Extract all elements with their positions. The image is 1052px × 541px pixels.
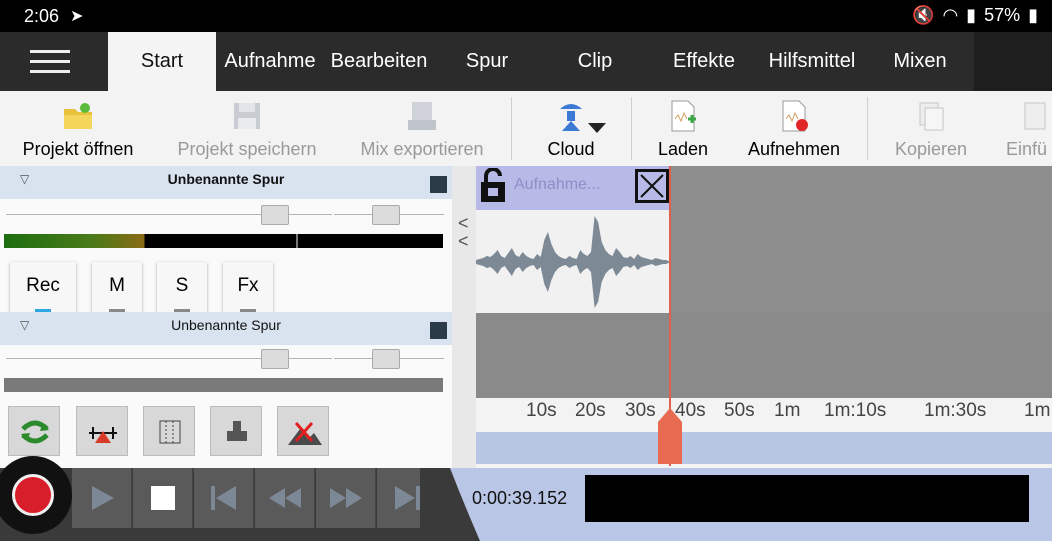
delete-mountains-icon <box>288 422 322 445</box>
tab-bearbeiten[interactable]: Bearbeiten <box>324 32 434 91</box>
paste-icon <box>1024 102 1046 130</box>
clip-title: Aufnahme... <box>514 176 601 193</box>
waveform <box>476 216 670 308</box>
save-project-button[interactable]: Projekt speichern <box>166 91 328 166</box>
stamp-icon <box>227 421 247 441</box>
tab-spur[interactable]: Spur <box>434 32 540 91</box>
save-icon <box>234 103 260 129</box>
mute-button[interactable]: M <box>92 262 142 312</box>
navigation-icon: ➤ <box>70 8 84 25</box>
transport-bar: 0:00:39.152 <box>0 456 1052 541</box>
tab-aufnahme[interactable]: Aufnahme <box>216 32 324 91</box>
level-display <box>585 475 1029 522</box>
level-meter <box>4 234 443 248</box>
rec-arm-button[interactable]: Rec <box>10 262 76 312</box>
ribbon-tabs: Start Aufnahme Bearbeiten Spur Clip Effe… <box>0 32 1052 91</box>
timeline-tick: 1m:10s <box>824 400 887 421</box>
battery-percent: 57% <box>984 5 1021 25</box>
record-file-icon <box>782 100 808 132</box>
tab-effekte[interactable]: Effekte <box>650 32 758 91</box>
tab-clip[interactable]: Clip <box>540 32 650 91</box>
audio-clip[interactable]: Aufnahme... <box>476 166 670 313</box>
track-color-swatch[interactable] <box>430 322 447 339</box>
fast-forward-button[interactable] <box>316 468 376 528</box>
unlock-icon[interactable] <box>478 168 508 204</box>
wifi-icon: ◠ <box>942 5 959 25</box>
copy-icon <box>919 102 944 131</box>
load-button[interactable]: Laden <box>644 91 722 166</box>
grid-icon <box>159 420 181 444</box>
playhead-handle[interactable] <box>658 408 682 464</box>
timeline-tick: 30s <box>625 400 656 421</box>
record-icon <box>12 474 54 516</box>
timeline-tick: 10s <box>526 400 557 421</box>
volume-slider[interactable] <box>6 349 332 369</box>
split-icon <box>89 427 117 443</box>
panel-collapse-toggle[interactable]: < < <box>452 166 476 468</box>
pan-slider[interactable] <box>334 205 444 225</box>
play-button[interactable] <box>72 468 132 528</box>
timeline-scrollbar[interactable] <box>476 432 1052 464</box>
empty-track-lane[interactable] <box>476 313 1052 398</box>
ribbon-toolbar: Projekt öffnen Projekt speichern Mix exp… <box>0 91 1052 166</box>
track-header[interactable]: ▽ Unbenannte Spur <box>0 312 452 345</box>
track-name: Unbenannte Spur <box>171 317 281 333</box>
clip-close-icon[interactable] <box>635 169 669 203</box>
signal-icon: ▮ <box>966 5 977 25</box>
open-project-button[interactable]: Projekt öffnen <box>8 91 148 166</box>
export-icon <box>408 102 436 130</box>
skip-back-icon <box>211 486 236 510</box>
pan-slider[interactable] <box>334 349 444 369</box>
delete-clip-button[interactable] <box>277 406 329 456</box>
track-header[interactable]: ▽ Unbenannte Spur <box>0 166 452 199</box>
paste-button[interactable]: Einfü <box>998 91 1052 166</box>
play-icon <box>92 486 114 510</box>
rewind-button[interactable] <box>255 468 315 528</box>
status-bar: 2:06 ➤ 🔇 ◠ ▮ 57% ▮ <box>0 0 1052 32</box>
volume-slider[interactable] <box>6 205 332 225</box>
cloud-upload-icon <box>560 104 582 131</box>
chevron-left-icon: < < <box>458 213 469 251</box>
chevron-down-icon <box>588 123 606 133</box>
track-panel: ▽ Unbenannte Spur Rec M S Fx ▽ Unbenannt… <box>0 166 452 468</box>
go-to-start-button[interactable] <box>194 468 254 528</box>
stop-icon <box>151 486 175 510</box>
mute-icon: 🔇 <box>912 5 935 25</box>
cloud-button[interactable]: Cloud <box>532 91 610 166</box>
track-color-swatch[interactable] <box>430 176 447 193</box>
tab-start[interactable]: Start <box>108 32 216 91</box>
tab-mixen[interactable]: Mixen <box>866 32 974 91</box>
solo-button[interactable]: S <box>157 262 207 312</box>
folder-icon <box>64 103 92 129</box>
fx-button[interactable]: Fx <box>223 262 273 312</box>
fast-forward-icon <box>330 488 362 508</box>
clip-header[interactable]: Aufnahme... <box>476 166 670 210</box>
battery-icon: ▮ <box>1028 5 1038 25</box>
timeline-tick: 1m:30s <box>924 400 987 421</box>
grid-tool-button[interactable] <box>143 406 195 456</box>
timeline-tick: 50s <box>724 400 755 421</box>
loop-tool-button[interactable] <box>8 406 60 456</box>
split-tool-button[interactable] <box>76 406 128 456</box>
timeline-tick: 1m <box>1024 400 1051 421</box>
add-file-icon <box>671 100 696 132</box>
stop-button[interactable] <box>133 468 193 528</box>
rewind-icon <box>269 488 301 508</box>
level-meter <box>4 378 443 392</box>
copy-button[interactable]: Kopieren <box>886 91 976 166</box>
timeline-tick: 20s <box>575 400 606 421</box>
time-display: 0:00:39.152 <box>472 488 568 508</box>
export-mix-button[interactable]: Mix exportieren <box>348 91 496 166</box>
hamburger-menu-icon[interactable] <box>30 50 70 74</box>
record-file-button[interactable]: Aufnehmen <box>738 91 850 166</box>
clock: 2:06 <box>24 6 60 26</box>
stamp-tool-button[interactable] <box>210 406 262 456</box>
tab-hilfsmittel[interactable]: Hilfsmittel <box>758 32 866 91</box>
timeline-tick: 1m <box>774 400 801 421</box>
track-name: Unbenannte Spur <box>167 171 285 187</box>
swap-arrows-icon <box>21 420 49 444</box>
